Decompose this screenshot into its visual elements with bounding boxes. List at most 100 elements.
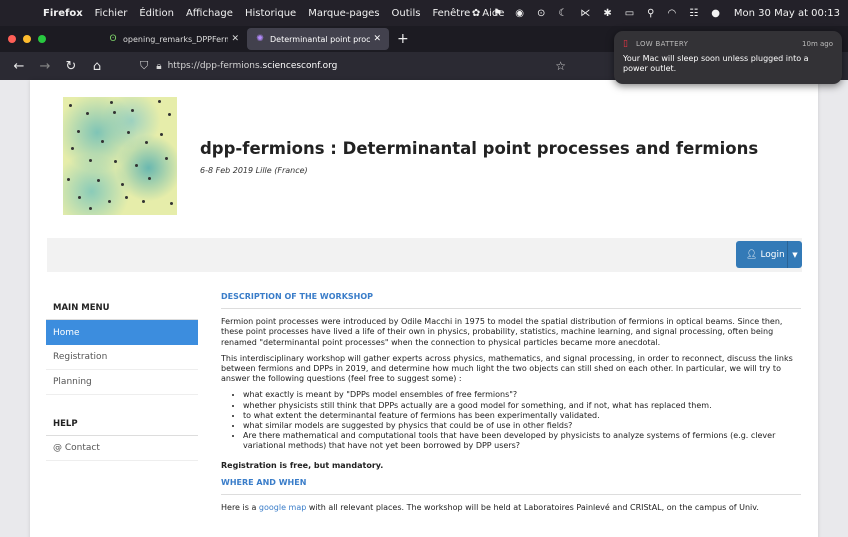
notification-body: Your Mac will sleep soon unless plugged … (623, 54, 809, 73)
page-viewport: dpp-fermions : Determinantal point proce… (0, 80, 848, 537)
forward-arrow-icon[interactable]: → (38, 59, 52, 74)
shield-icon[interactable]: ⛉ (140, 59, 148, 73)
menu-outils[interactable]: Outils (392, 8, 421, 19)
logo-dot (158, 100, 161, 103)
bookmark-star-icon[interactable]: ☆ (555, 59, 566, 73)
control-center-icon[interactable]: ☷ (689, 8, 698, 19)
tab-opening-remarks[interactable]: ʘ opening_remarks_DPPFermions ✕ (100, 28, 247, 50)
tab-label: Determinantal point processes and (270, 34, 371, 44)
login-label-wrap[interactable]: 👤︎ Login (736, 241, 788, 268)
tab-favicon-icon: ʘ (109, 34, 117, 44)
user-icon: 👤︎ (746, 249, 758, 260)
logo-dot (97, 179, 100, 182)
url-host: sciencesconf.org (262, 61, 338, 71)
logo-dot (168, 113, 171, 116)
logo-dot (89, 159, 92, 162)
logo-dot (170, 202, 173, 205)
sidebar-item-contact[interactable]: @ Contact (46, 436, 198, 461)
login-dropdown-caret-icon[interactable]: ▼ (788, 251, 802, 259)
status-area: ✿ ⚑ ◉ ⊙ ☾ ⋉ ✱ ▭ ⚲ ◠ ☷ ● Mon 30 May at 00… (459, 0, 840, 26)
login-button[interactable]: 👤︎ Login ▼ (736, 241, 802, 268)
login-label: Login (760, 249, 785, 260)
logo-dot (142, 200, 145, 203)
logo-dot (121, 183, 124, 186)
logo-dot (114, 160, 117, 163)
menu-edition[interactable]: Édition (139, 8, 174, 19)
login-bar: 👤︎ Login ▼ (47, 238, 802, 272)
sidebar-item-home[interactable]: Home (46, 320, 198, 345)
search-icon[interactable]: ⚲ (647, 8, 654, 19)
page-sheet: dpp-fermions : Determinantal point proce… (30, 80, 818, 537)
siri-icon[interactable]: ● (711, 8, 720, 19)
home-icon[interactable]: ⌂ (90, 59, 104, 74)
menu-fichier[interactable]: Fichier (95, 8, 128, 19)
sidebar-item-planning[interactable]: Planning (46, 370, 198, 395)
description-paragraph-1: Fermion point processes were introduced … (221, 317, 783, 347)
where-text-pre: Here is a (221, 503, 259, 513)
close-window-button[interactable] (8, 35, 16, 43)
logo-dot (127, 131, 130, 134)
list-item: to what extent the determinantal feature… (243, 411, 801, 421)
menubar-clock[interactable]: Mon 30 May at 00:13 (734, 8, 840, 19)
lock-icon[interactable]: 🔒︎ (156, 61, 161, 72)
logo-dot (110, 101, 113, 104)
logo-dot (101, 140, 104, 143)
logo-dot (78, 196, 81, 199)
logo-dot (145, 141, 148, 144)
close-tab-icon[interactable]: ✕ (231, 34, 239, 44)
logo-dot (135, 164, 138, 167)
low-battery-notification[interactable]: ▯ LOW BATTERY 10m ago Your Mac will slee… (614, 31, 842, 84)
new-tab-button[interactable]: + (397, 31, 409, 47)
tab-dpp-fermions[interactable]: ✺ Determinantal point processes and ✕ (247, 28, 389, 50)
close-tab-icon[interactable]: ✕ (373, 34, 381, 44)
menu-app-name[interactable]: Firefox (43, 8, 83, 19)
back-arrow-icon[interactable]: ← (12, 59, 26, 74)
list-item: what exactly is meant by "DPPs model ens… (243, 390, 801, 400)
description-heading: DESCRIPTION OF THE WORKSHOP (221, 292, 801, 310)
where-paragraph: Here is a google map with all relevant p… (221, 503, 801, 513)
wifi-icon[interactable]: ◠ (667, 8, 676, 19)
menu-marque-pages[interactable]: Marque-pages (308, 8, 379, 19)
mute-icon[interactable]: ⋉ (580, 8, 590, 19)
logo-dot (67, 178, 70, 181)
minimize-window-button[interactable] (23, 35, 31, 43)
logo-dot (108, 200, 111, 203)
moon-icon[interactable]: ☾ (558, 8, 567, 19)
help-heading: HELP (46, 412, 198, 436)
notification-time: 10m ago (802, 40, 833, 48)
site-title: dpp-fermions : Determinantal point proce… (200, 139, 759, 158)
questions-list: what exactly is meant by "DPPs model ens… (243, 390, 801, 451)
sidebar-item-registration[interactable]: Registration (46, 345, 198, 370)
screen-icon[interactable]: ◉ (515, 8, 524, 19)
where-text-post: with all relevant places. The workshop w… (306, 503, 759, 513)
reload-icon[interactable]: ↻ (64, 59, 78, 74)
list-item: Are there mathematical and computational… (243, 431, 801, 451)
menu-historique[interactable]: Historique (245, 8, 296, 19)
extension-icon[interactable]: ✿ (472, 8, 480, 19)
logo-dot (165, 157, 168, 160)
url-prefix: https://dpp-fermions. (167, 61, 263, 71)
site-logo (63, 97, 177, 215)
main-menu-heading: MAIN MENU (46, 296, 198, 320)
battery-icon[interactable]: ▭ (625, 8, 634, 19)
logo-dot (160, 133, 163, 136)
logo-dot (71, 147, 74, 150)
main-content: DESCRIPTION OF THE WORKSHOP Fermion poin… (221, 292, 801, 519)
url-bar[interactable]: ⛉ 🔒︎ https://dpp-fermions. sciencesconf.o… (140, 56, 578, 76)
bluetooth-icon[interactable]: ✱ (603, 8, 611, 19)
description-paragraph-2: This interdisciplinary workshop will gat… (221, 353, 793, 384)
window-controls (8, 35, 53, 43)
menu-affichage[interactable]: Affichage (186, 8, 233, 19)
logo-dot (148, 177, 151, 180)
tab-label: opening_remarks_DPPFermions (123, 34, 229, 44)
flag-icon[interactable]: ⚑ (493, 8, 502, 19)
google-map-link[interactable]: google map (259, 503, 306, 512)
play-icon[interactable]: ⊙ (537, 8, 545, 19)
zoom-window-button[interactable] (38, 35, 46, 43)
logo-dot (77, 130, 80, 133)
list-item: what similar models are suggested by phy… (243, 421, 801, 431)
tab-favicon-icon: ✺ (256, 34, 264, 44)
logo-dot (86, 112, 89, 115)
logo-dot (131, 109, 134, 112)
